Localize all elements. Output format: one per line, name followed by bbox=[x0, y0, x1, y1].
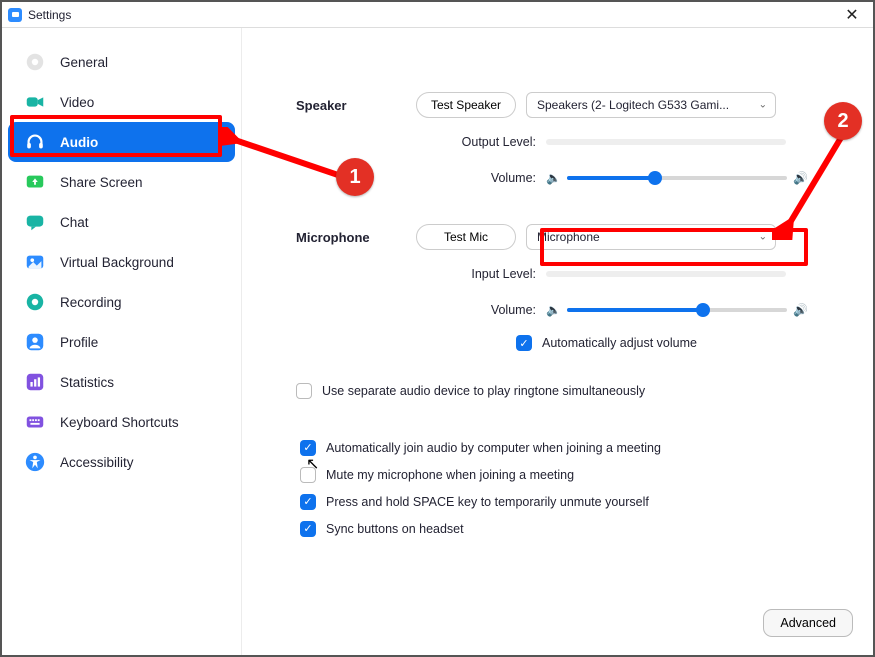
auto-adjust-volume-row: ✓ Automatically adjust volume bbox=[266, 328, 849, 358]
microphone-heading: Microphone bbox=[266, 230, 386, 245]
microphone-input-level-meter bbox=[546, 271, 786, 277]
video-icon bbox=[24, 91, 46, 113]
sidebar-item-label: Statistics bbox=[60, 375, 114, 390]
sidebar-item-label: Video bbox=[60, 95, 94, 110]
volume-high-icon: 🔊 bbox=[793, 171, 808, 185]
speaker-volume-row: Volume: 🔈 🔊 bbox=[266, 160, 849, 196]
speaker-heading: Speaker bbox=[266, 98, 386, 113]
speaker-device-dropdown[interactable]: Speakers (2- Logitech G533 Gami... ⌄ bbox=[526, 92, 776, 118]
test-speaker-button[interactable]: Test Speaker bbox=[416, 92, 516, 118]
sidebar-item-label: General bbox=[60, 55, 108, 70]
speaker-volume-slider[interactable] bbox=[567, 176, 787, 180]
sync-headset-checkbox[interactable]: ✓ bbox=[300, 521, 316, 537]
sidebar-item-label: Accessibility bbox=[60, 455, 134, 470]
separate-device-row: Use separate audio device to play ringto… bbox=[266, 376, 849, 406]
sidebar-item-chat[interactable]: Chat bbox=[8, 202, 235, 242]
microphone-volume-slider[interactable] bbox=[567, 308, 787, 312]
space-unmute-label: Press and hold SPACE key to temporarily … bbox=[326, 495, 649, 509]
sidebar-item-general[interactable]: General bbox=[8, 42, 235, 82]
sidebar-item-label: Audio bbox=[60, 135, 98, 150]
volume-low-icon: 🔈 bbox=[546, 171, 561, 185]
sidebar-item-label: Keyboard Shortcuts bbox=[60, 415, 179, 430]
chat-icon bbox=[24, 211, 46, 233]
auto-join-audio-row: ✓ Automatically join audio by computer w… bbox=[266, 434, 849, 461]
sidebar-item-label: Virtual Background bbox=[60, 255, 174, 270]
speaker-output-level-meter bbox=[546, 139, 786, 145]
advanced-button[interactable]: Advanced bbox=[763, 609, 853, 637]
test-mic-button[interactable]: Test Mic bbox=[416, 224, 516, 250]
microphone-volume-label: Volume: bbox=[446, 303, 536, 317]
window-title: Settings bbox=[28, 8, 71, 22]
speaker-volume-label: Volume: bbox=[446, 171, 536, 185]
gear-icon bbox=[24, 51, 46, 73]
sidebar-item-audio[interactable]: Audio bbox=[8, 122, 235, 162]
space-unmute-row: ✓ Press and hold SPACE key to temporaril… bbox=[266, 488, 849, 515]
sidebar-item-accessibility[interactable]: Accessibility bbox=[8, 442, 235, 482]
auto-join-audio-label: Automatically join audio by computer whe… bbox=[326, 441, 661, 455]
chevron-down-icon: ⌄ bbox=[759, 100, 767, 111]
sync-headset-label: Sync buttons on headset bbox=[326, 522, 464, 536]
sidebar-item-label: Recording bbox=[60, 295, 122, 310]
auto-adjust-volume-checkbox[interactable]: ✓ bbox=[516, 335, 532, 351]
sidebar-item-label: Profile bbox=[60, 335, 98, 350]
speaker-device-value: Speakers (2- Logitech G533 Gami... bbox=[537, 98, 729, 112]
profile-icon bbox=[24, 331, 46, 353]
mouse-cursor-icon: ↖ bbox=[306, 454, 319, 474]
volume-low-icon: 🔈 bbox=[546, 303, 561, 317]
zoom-app-icon bbox=[8, 8, 22, 22]
microphone-device-value: Microphone bbox=[537, 230, 600, 244]
share-icon bbox=[24, 171, 46, 193]
headphones-icon bbox=[24, 131, 46, 153]
microphone-input-level-row: Input Level: bbox=[266, 256, 849, 292]
microphone-section: Microphone Test Mic Microphone ⌄ bbox=[266, 224, 849, 250]
sidebar-item-recording[interactable]: Recording bbox=[8, 282, 235, 322]
keyboard-icon bbox=[24, 411, 46, 433]
sidebar-item-video[interactable]: Video bbox=[8, 82, 235, 122]
sidebar-item-keyboard-shortcuts[interactable]: Keyboard Shortcuts bbox=[8, 402, 235, 442]
separate-device-label: Use separate audio device to play ringto… bbox=[322, 384, 645, 398]
titlebar: Settings ✕ bbox=[2, 2, 873, 28]
sidebar-item-label: Chat bbox=[60, 215, 89, 230]
mute-mic-on-join-label: Mute my microphone when joining a meetin… bbox=[326, 468, 574, 482]
sidebar: General Video Audio Share Screen bbox=[2, 28, 242, 655]
sidebar-item-virtual-background[interactable]: Virtual Background bbox=[8, 242, 235, 282]
auto-adjust-volume-label: Automatically adjust volume bbox=[542, 336, 697, 350]
volume-high-icon: 🔊 bbox=[793, 303, 808, 317]
content-panel: Speaker Test Speaker Speakers (2- Logite… bbox=[242, 28, 873, 655]
mute-mic-on-join-row: Mute my microphone when joining a meetin… bbox=[266, 461, 849, 488]
microphone-volume-row: Volume: 🔈 🔊 bbox=[266, 292, 849, 328]
virtualbg-icon bbox=[24, 251, 46, 273]
close-button[interactable]: ✕ bbox=[837, 5, 867, 25]
output-level-label: Output Level: bbox=[446, 135, 536, 149]
separate-device-checkbox[interactable] bbox=[296, 383, 312, 399]
accessibility-icon bbox=[24, 451, 46, 473]
sidebar-item-profile[interactable]: Profile bbox=[8, 322, 235, 362]
space-unmute-checkbox[interactable]: ✓ bbox=[300, 494, 316, 510]
stats-icon bbox=[24, 371, 46, 393]
record-icon bbox=[24, 291, 46, 313]
settings-window: Settings ✕ General Video Audio bbox=[0, 0, 875, 657]
chevron-down-icon: ⌄ bbox=[759, 232, 767, 243]
sidebar-item-statistics[interactable]: Statistics bbox=[8, 362, 235, 402]
sidebar-item-share-screen[interactable]: Share Screen bbox=[8, 162, 235, 202]
speaker-section: Speaker Test Speaker Speakers (2- Logite… bbox=[266, 92, 849, 118]
sidebar-item-label: Share Screen bbox=[60, 175, 143, 190]
sync-headset-row: ✓ Sync buttons on headset bbox=[266, 515, 849, 542]
input-level-label: Input Level: bbox=[446, 267, 536, 281]
microphone-device-dropdown[interactable]: Microphone ⌄ bbox=[526, 224, 776, 250]
speaker-output-level-row: Output Level: bbox=[266, 124, 849, 160]
